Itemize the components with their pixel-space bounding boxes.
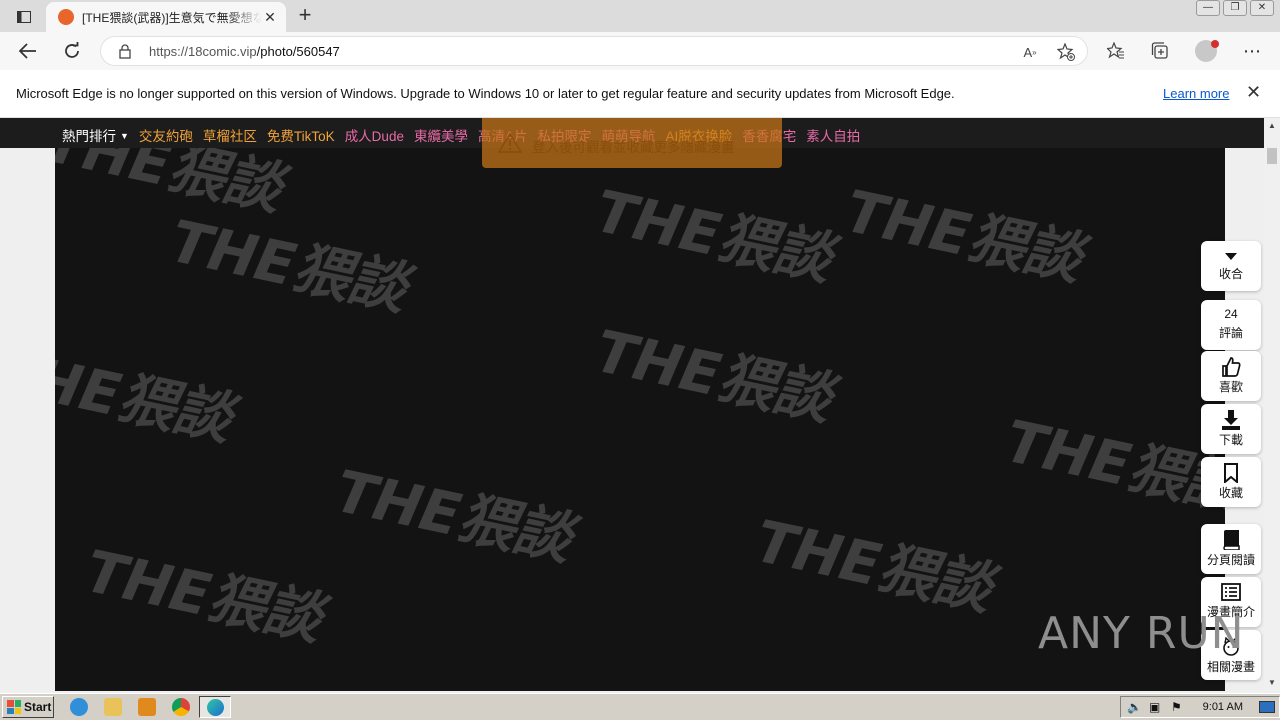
url-text: https://18comic.vip/photo/560547 <box>149 44 340 59</box>
system-tray: 🔈 ▣ ⚑ 9:01 AM <box>1120 696 1280 718</box>
media-player-icon[interactable] <box>138 698 156 716</box>
minimize-button[interactable]: — <box>1196 0 1220 16</box>
avatar <box>1195 40 1219 62</box>
login-toast: 登入後可觀看並收藏更多隱藏漫畫 <box>482 118 782 168</box>
thumbs-up-icon <box>1201 357 1261 377</box>
page-read-label: 分頁閱讀 <box>1206 553 1255 567</box>
favorite-label: 收藏 <box>1218 486 1243 500</box>
collapse-label: 收合 <box>1218 267 1243 281</box>
infobar-close-icon[interactable]: ✕ <box>1246 82 1261 103</box>
read-aloud-icon[interactable]: A» <box>1019 41 1041 63</box>
related-comics-label: 相關漫畫 <box>1206 660 1255 674</box>
window-controls: — ❐ ✕ <box>1196 0 1274 16</box>
learn-more-link[interactable]: Learn more <box>1163 86 1229 101</box>
watermark-text: THE猥談 <box>839 176 1088 293</box>
download-label: 下載 <box>1218 433 1243 447</box>
hot-ranking-dropdown[interactable]: 熱門排行 ▼ <box>62 125 129 145</box>
active-tab[interactable]: [THE猥談(武器)]生意気で無愛想な ✕ <box>46 2 286 32</box>
folder-icon[interactable] <box>104 698 122 716</box>
site-nav-link[interactable]: 免费TikToK <box>267 125 335 145</box>
watermark-text: THE猥談 <box>164 206 413 323</box>
favorites-icon[interactable] <box>1102 37 1130 65</box>
close-window-button[interactable]: ✕ <box>1250 0 1274 16</box>
scroll-down-icon[interactable]: ▼ <box>1264 675 1280 691</box>
page-read-button[interactable]: 分頁閱讀 <box>1201 524 1261 574</box>
unsupported-os-infobar: Microsoft Edge is no longer supported on… <box>0 70 1280 118</box>
warning-icon <box>497 132 523 156</box>
new-tab-button[interactable]: + <box>294 4 316 26</box>
edge-icon <box>207 699 224 716</box>
site-nav-link[interactable]: 交友約砲 <box>139 125 193 145</box>
bookmark-icon <box>1201 463 1261 483</box>
volume-icon[interactable]: 🔈 <box>1127 700 1142 714</box>
site-nav-link[interactable]: 成人Dude <box>345 125 404 145</box>
watermark-text: THE猥談 <box>79 536 328 653</box>
anyrun-watermark: ANY RUN <box>1038 608 1245 659</box>
watermark-text: THE猥談 <box>55 336 238 453</box>
restore-button[interactable]: ❐ <box>1223 0 1247 16</box>
comments-count: 24 <box>1224 307 1238 321</box>
settings-more-icon[interactable]: ⋯ <box>1238 37 1266 65</box>
caret-down-icon <box>1201 241 1261 261</box>
network-icon[interactable]: ▣ <box>1149 700 1160 714</box>
watermark-text: THE猥談 <box>749 506 998 623</box>
collapse-button[interactable]: 收合 <box>1201 241 1261 291</box>
download-button[interactable]: 下載 <box>1201 404 1261 454</box>
watermark-text: THE猥談 <box>999 406 1225 523</box>
collections-icon[interactable] <box>1146 37 1174 65</box>
list-icon <box>1201 583 1261 601</box>
show-desktop-icon[interactable] <box>1259 701 1275 713</box>
back-button[interactable] <box>14 37 42 65</box>
refresh-button[interactable] <box>58 37 86 65</box>
profile-button[interactable] <box>1192 37 1220 65</box>
add-favorite-icon[interactable] <box>1055 41 1077 63</box>
toast-message: 登入後可觀看並收藏更多隱藏漫畫 <box>532 140 735 155</box>
edge-taskbar-button[interactable] <box>199 696 231 718</box>
lock-icon[interactable] <box>119 44 131 62</box>
page-scrollbar[interactable]: ▲ ▼ <box>1264 118 1280 691</box>
ie-icon[interactable] <box>70 698 88 716</box>
page-viewport: THE猥談 THE猥談 THE猥談 THE猥談 THE猥談 THE猥談 THE猥談 THE猥談… <box>0 118 1264 691</box>
like-label: 喜歡 <box>1218 380 1243 394</box>
site-nav-link[interactable]: 素人自拍 <box>806 125 860 145</box>
scroll-thumb[interactable] <box>1267 148 1277 164</box>
infobar-message: Microsoft Edge is no longer supported on… <box>16 86 955 101</box>
site-nav-link[interactable]: 東纜美學 <box>414 125 468 145</box>
tab-title: [THE猥談(武器)]生意気で無愛想な <box>82 10 262 25</box>
book-icon <box>1201 530 1261 550</box>
scroll-up-icon[interactable]: ▲ <box>1264 118 1280 134</box>
start-label: Start <box>24 700 52 714</box>
clock: 9:01 AM <box>1202 701 1243 713</box>
watermark-text: THE猥談 <box>589 316 838 433</box>
tab-strip: [THE猥談(武器)]生意気で無愛想な ✕ + — ❐ ✕ <box>0 0 1280 32</box>
comments-label: 評論 <box>1218 326 1243 340</box>
watermark-text: THE猥談 <box>589 176 838 293</box>
chrome-icon[interactable] <box>172 698 190 716</box>
comments-button[interactable]: 24 評論 <box>1201 300 1261 350</box>
action-center-icon[interactable]: ⚑ <box>1171 700 1182 714</box>
windows-taskbar: Start 🔈 ▣ ⚑ 9:01 AM <box>0 693 1280 720</box>
windows-logo-icon <box>7 700 21 714</box>
start-button[interactable]: Start <box>2 696 54 718</box>
tab-close-icon[interactable]: ✕ <box>262 9 278 26</box>
navigation-bar: https://18comic.vip/photo/560547 A» ⋯ <box>0 32 1280 70</box>
site-favicon-icon <box>58 9 74 25</box>
tab-actions-icon[interactable] <box>10 6 38 28</box>
address-bar[interactable]: https://18comic.vip/photo/560547 A» <box>100 36 1088 66</box>
watermark-text: THE猥談 <box>329 456 578 573</box>
like-button[interactable]: 喜歡 <box>1201 351 1261 401</box>
chevron-down-icon: ▼ <box>120 131 129 141</box>
site-nav-link[interactable]: 草榴社区 <box>203 125 257 145</box>
download-icon <box>1201 410 1261 430</box>
favorite-button[interactable]: 收藏 <box>1201 457 1261 507</box>
hot-ranking-label: 熱門排行 <box>62 129 116 144</box>
